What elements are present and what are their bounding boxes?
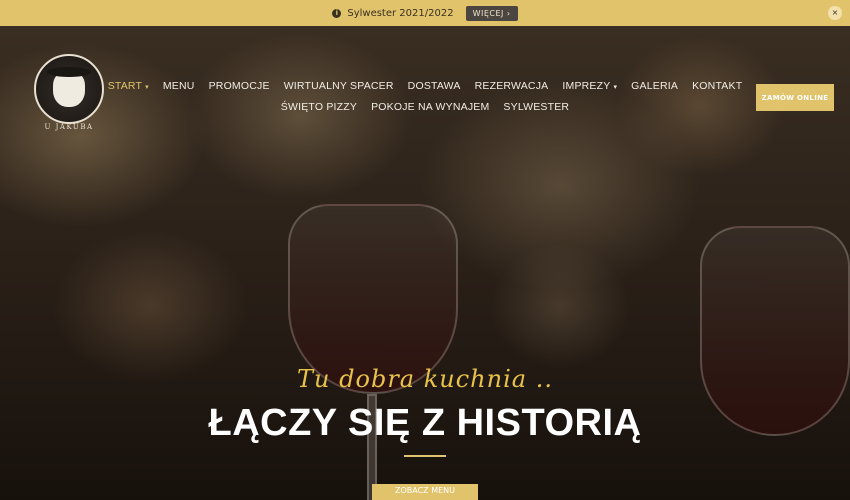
nav-item-label: SYLWESTER (503, 101, 570, 113)
info-icon: i (332, 8, 342, 18)
nav-item-dostawa[interactable]: DOSTAWA (408, 80, 461, 92)
more-button[interactable]: WIĘCEJ › (465, 5, 518, 21)
chevron-down-icon: ▾ (613, 84, 618, 91)
chevron-down-icon: ▾ (145, 84, 149, 91)
announcement-text: Sylwester 2021/2022 (347, 7, 454, 19)
nav-item-label: REZERWACJA (474, 80, 549, 92)
nav-item-święto-pizzy[interactable]: ŚWIĘTO PIZZY (281, 101, 357, 113)
nav-item-label: KONTAKT (692, 80, 743, 92)
nav-item-menu[interactable]: MENU (163, 80, 195, 92)
nav-item-label: POKOJE NA WYNAJEM (371, 101, 490, 113)
nav-item-galeria[interactable]: GALERIA (631, 80, 678, 92)
nav-row-primary: START ▾ MENU PROMOCJE WIRTUALNY SPACER DOSTAW… (108, 80, 742, 92)
logo-text: U JAKUBA (44, 123, 94, 131)
nav-item-label: PROMOCJE (208, 80, 270, 92)
order-online-button[interactable]: ZAMÓW ONLINE (756, 84, 834, 111)
hero-headline: ŁĄCZY SIĘ Z HISTORIĄ (208, 402, 642, 444)
see-menu-button[interactable]: ZOBACZ MENU (372, 484, 478, 500)
nav-item-label: START (107, 80, 143, 92)
main-navigation: START ▾ MENU PROMOCJE WIRTUALNY SPACER DOSTAW… (108, 80, 742, 122)
nav-item-sylwester[interactable]: SYLWESTER (503, 101, 569, 113)
nav-item-label: DOSTAWA (407, 80, 461, 92)
nav-item-wirtualny-spacer[interactable]: WIRTUALNY SPACER (284, 80, 394, 92)
nav-item-kontakt[interactable]: KONTAKT (692, 80, 742, 92)
nav-item-label: GALERIA (631, 80, 679, 92)
nav-item-rezerwacja[interactable]: REZERWACJA (475, 80, 549, 92)
nav-item-start[interactable]: START ▾ (108, 80, 149, 92)
nav-item-promocje[interactable]: PROMOCJE (209, 80, 270, 92)
site-logo[interactable] (34, 54, 104, 124)
logo-portrait-icon (47, 67, 91, 107)
hero-tagline: Tu dobra kuchnia .. (297, 365, 553, 393)
announcement-bar: i Sylwester 2021/2022 WIĘCEJ › × (0, 0, 850, 26)
nav-item-label: WIRTUALNY SPACER (283, 80, 394, 92)
nav-item-label: IMPREZY (562, 80, 611, 92)
nav-item-label: MENU (162, 80, 195, 92)
nav-item-pokoje-na-wynajem[interactable]: POKOJE NA WYNAJEM (371, 101, 489, 113)
close-icon[interactable]: × (828, 6, 842, 20)
nav-item-label: ŚWIĘTO PIZZY (280, 101, 358, 113)
hero-divider (404, 455, 446, 457)
nav-item-imprezy[interactable]: IMPREZY ▾ (562, 80, 617, 92)
nav-row-secondary: ŚWIĘTO PIZZY POKOJE NA WYNAJEM SYLWESTER (165, 101, 685, 113)
